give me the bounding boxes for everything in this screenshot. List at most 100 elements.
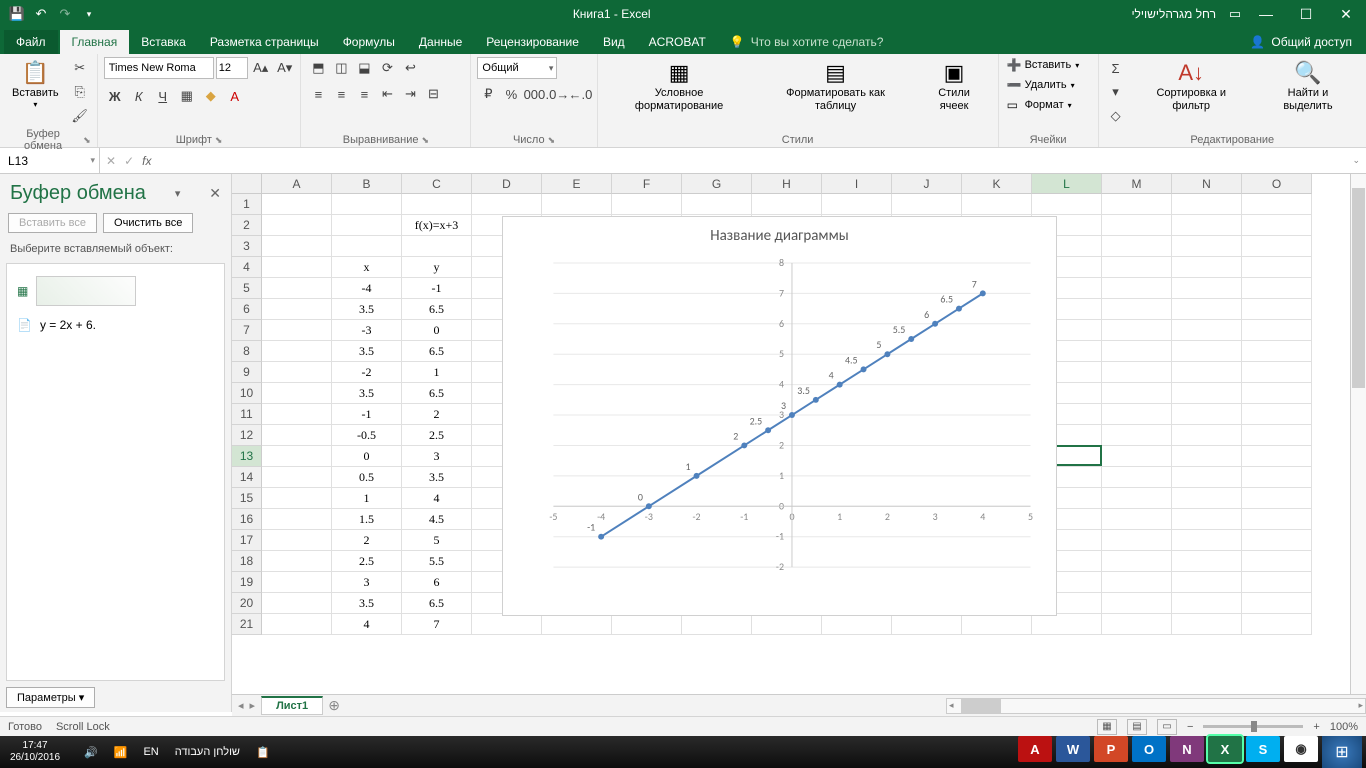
cell[interactable] (682, 194, 752, 215)
clipboard-item[interactable]: ▦ (13, 270, 218, 312)
cell[interactable] (262, 383, 332, 404)
cell[interactable] (1102, 614, 1172, 635)
zoom-out-icon[interactable]: − (1187, 721, 1193, 733)
cell[interactable]: -1 (332, 404, 402, 425)
outlook-icon[interactable]: O (1132, 736, 1166, 762)
column-header[interactable]: N (1172, 174, 1242, 194)
fill-icon[interactable]: ▾ (1105, 81, 1127, 103)
cell[interactable] (1242, 236, 1312, 257)
cell[interactable] (262, 341, 332, 362)
cell-styles-button[interactable]: ▣Стили ячеек (917, 57, 992, 115)
cell[interactable]: -0.5 (332, 425, 402, 446)
cell[interactable]: 2 (402, 404, 472, 425)
cell[interactable] (682, 614, 752, 635)
cell[interactable]: -4 (332, 278, 402, 299)
cell[interactable] (612, 614, 682, 635)
align-middle-icon[interactable]: ◫ (330, 57, 352, 79)
cell[interactable] (262, 425, 332, 446)
clipboard-pane-close-icon[interactable]: ✕ (209, 185, 221, 202)
align-right-icon[interactable]: ≡ (353, 83, 375, 105)
select-all-corner[interactable] (232, 174, 262, 194)
tab-file[interactable]: Файл (4, 30, 58, 54)
cell[interactable] (1242, 572, 1312, 593)
row-header[interactable]: 5 (232, 278, 262, 299)
column-header[interactable]: J (892, 174, 962, 194)
number-format-select[interactable]: Общий (477, 57, 557, 79)
cell[interactable] (1102, 236, 1172, 257)
cell[interactable] (1102, 488, 1172, 509)
taskbar-app-icon[interactable]: 📋 (250, 743, 276, 762)
increase-decimal-icon[interactable]: .0→ (546, 83, 568, 105)
cell[interactable] (1172, 467, 1242, 488)
clipboard-launcher-icon[interactable]: ⬊ (83, 135, 91, 146)
italic-icon[interactable]: К (128, 85, 150, 107)
row-header[interactable]: 16 (232, 509, 262, 530)
number-launcher-icon[interactable]: ⬊ (548, 135, 556, 146)
cell[interactable] (1172, 551, 1242, 572)
cell[interactable] (752, 194, 822, 215)
cell[interactable] (262, 551, 332, 572)
column-header[interactable]: H (752, 174, 822, 194)
taskbar-clock[interactable]: 17:4726/10/2016 (0, 740, 70, 764)
cell[interactable]: 3.5 (332, 593, 402, 614)
cell[interactable] (262, 278, 332, 299)
cell[interactable] (1172, 299, 1242, 320)
cell[interactable] (1242, 194, 1312, 215)
customize-qat-icon[interactable]: ▾ (78, 3, 100, 25)
cell[interactable] (262, 320, 332, 341)
save-icon[interactable]: 💾 (6, 3, 28, 25)
cell[interactable]: y (402, 257, 472, 278)
cell[interactable] (1242, 278, 1312, 299)
cut-icon[interactable]: ✂ (69, 57, 91, 79)
tab-insert[interactable]: Вставка (129, 30, 198, 54)
normal-view-icon[interactable]: ▦ (1097, 719, 1117, 735)
cell[interactable] (1102, 593, 1172, 614)
powerpoint-icon[interactable]: P (1094, 736, 1128, 762)
cell[interactable] (1102, 299, 1172, 320)
zoom-slider[interactable] (1203, 725, 1303, 728)
cell[interactable] (1172, 593, 1242, 614)
cell[interactable]: 6.5 (402, 383, 472, 404)
font-color-icon[interactable]: A (224, 85, 246, 107)
cell[interactable]: 5 (402, 530, 472, 551)
currency-icon[interactable]: ₽ (477, 83, 499, 105)
align-top-icon[interactable]: ⬒ (307, 57, 329, 79)
cell[interactable] (1172, 341, 1242, 362)
cell[interactable] (1172, 404, 1242, 425)
cell[interactable]: 0 (332, 446, 402, 467)
cell[interactable]: 4.5 (402, 509, 472, 530)
close-button[interactable]: ✕ (1326, 0, 1366, 28)
fx-icon[interactable]: fx (142, 154, 151, 168)
cell[interactable]: f(x)=x+3 (402, 215, 472, 236)
cell[interactable]: 1 (332, 488, 402, 509)
sheet-nav-last-icon[interactable]: ▸ (250, 699, 256, 712)
increase-indent-icon[interactable]: ⇥ (399, 83, 421, 105)
sheet-nav-first-icon[interactable]: ◂ (238, 699, 244, 712)
cell[interactable] (1172, 215, 1242, 236)
cell[interactable] (892, 194, 962, 215)
adobe-icon[interactable]: A (1018, 736, 1052, 762)
tab-data[interactable]: Данные (407, 30, 474, 54)
row-header[interactable]: 7 (232, 320, 262, 341)
cell[interactable]: 0 (402, 320, 472, 341)
cell[interactable]: 4 (332, 614, 402, 635)
row-header[interactable]: 20 (232, 593, 262, 614)
cell[interactable] (1172, 614, 1242, 635)
font-name-input[interactable] (104, 57, 214, 79)
column-header[interactable]: F (612, 174, 682, 194)
font-size-input[interactable] (216, 57, 248, 79)
cell[interactable]: 3.5 (332, 341, 402, 362)
align-center-icon[interactable]: ≡ (330, 83, 352, 105)
cell[interactable]: 3 (332, 572, 402, 593)
taskbar-window-label[interactable]: שולחן העבודה (169, 743, 246, 762)
conditional-formatting-button[interactable]: ▦Условное форматирование (604, 57, 755, 115)
cell[interactable]: x (332, 257, 402, 278)
cell[interactable] (1242, 614, 1312, 635)
wrap-text-icon[interactable]: ↩ (399, 57, 421, 79)
ribbon-options-icon[interactable]: ▭ (1224, 3, 1246, 25)
row-header[interactable]: 1 (232, 194, 262, 215)
cell[interactable] (612, 194, 682, 215)
cell[interactable] (1102, 404, 1172, 425)
column-header[interactable]: C (402, 174, 472, 194)
cell[interactable] (262, 572, 332, 593)
